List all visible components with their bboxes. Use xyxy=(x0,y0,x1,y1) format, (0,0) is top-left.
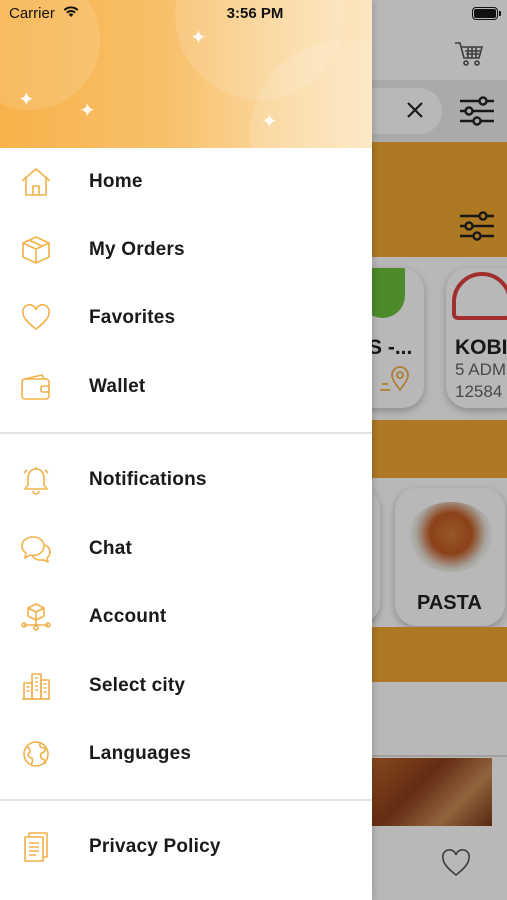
document-icon xyxy=(19,831,53,863)
sparkle-icon: ✦ xyxy=(261,111,278,133)
menu-label-favorites: Favorites xyxy=(89,307,176,328)
chat-icon xyxy=(19,533,53,565)
sparkle-icon: ✦ xyxy=(190,27,207,49)
sparkle-icon: ✦ xyxy=(79,100,96,122)
menu-item-wallet[interactable]: Wallet xyxy=(0,357,372,417)
drawer-scrim-overlay[interactable] xyxy=(372,0,507,900)
menu-label-select-city: Select city xyxy=(89,675,186,696)
menu-label-privacy-policy: Privacy Policy xyxy=(89,836,221,857)
menu-label-my-orders: My Orders xyxy=(89,239,185,260)
menu-item-my-orders[interactable]: My Orders xyxy=(0,220,372,280)
heart-icon xyxy=(19,302,53,334)
menu-item-account[interactable]: Account xyxy=(0,587,372,647)
menu-label-notifications: Notifications xyxy=(89,469,207,490)
box-icon xyxy=(19,234,53,266)
menu-item-chat[interactable]: Chat xyxy=(0,519,372,579)
home-icon xyxy=(19,166,53,198)
menu-label-wallet: Wallet xyxy=(89,376,146,397)
menu-divider xyxy=(0,432,372,434)
status-bar: Carrier 3:56 PM xyxy=(0,0,507,28)
account-icon xyxy=(19,601,53,633)
menu-item-notifications[interactable]: Notifications xyxy=(0,450,372,510)
menu-label-home: Home xyxy=(89,171,143,192)
menu-item-select-city[interactable]: Select city xyxy=(0,656,372,716)
globe-icon xyxy=(19,738,53,770)
menu-label-chat: Chat xyxy=(89,538,133,559)
status-carrier: Carrier xyxy=(9,5,55,22)
navigation-drawer: ✦ ✦ ✦ ✦ Home My Orders Favorites Wallet … xyxy=(0,0,372,900)
menu-label-languages: Languages xyxy=(89,743,192,764)
bell-icon xyxy=(19,464,53,496)
wifi-icon xyxy=(62,4,80,23)
status-time: 3:56 PM xyxy=(226,5,284,22)
sparkle-icon: ✦ xyxy=(18,89,35,111)
city-icon xyxy=(19,670,53,702)
menu-item-languages[interactable]: Languages xyxy=(0,724,372,784)
battery-icon xyxy=(472,7,501,20)
menu-label-account: Account xyxy=(89,606,167,627)
menu-item-home[interactable]: Home xyxy=(0,152,372,212)
menu-item-privacy-policy[interactable]: Privacy Policy xyxy=(0,817,372,877)
wallet-icon xyxy=(19,371,53,403)
menu-divider xyxy=(0,799,372,801)
menu-item-favorites[interactable]: Favorites xyxy=(0,288,372,348)
